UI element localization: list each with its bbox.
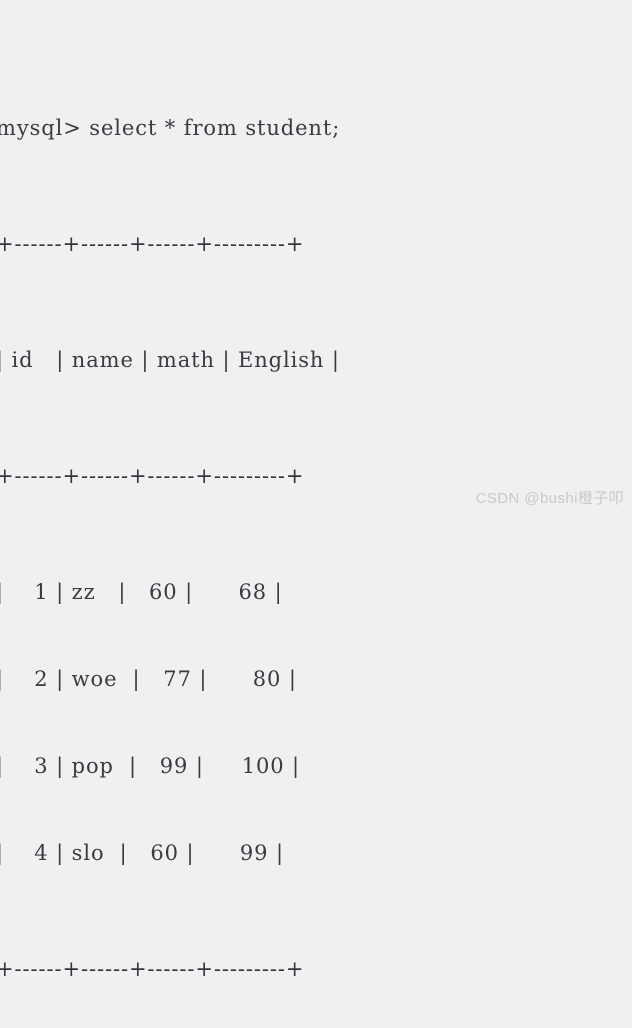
mysql-terminal-window[interactable]: mysql> select * from student; +------+--… <box>0 0 632 981</box>
command-line-select-all: mysql> select * from student; <box>0 116 341 140</box>
table1-bottom-border: +------+------+------+---------+ <box>0 957 305 981</box>
table-row: | 1 | zz | 60 | 68 | <box>0 580 283 604</box>
csdn-watermark: CSDN @bushi橙子叩 <box>475 490 624 507</box>
table1-top-border: +------+------+------+---------+ <box>0 232 305 256</box>
table1-header-row: | id | name | math | English | <box>0 348 340 372</box>
table-row: | 3 | pop | 99 | 100 | <box>0 754 301 778</box>
terminal-output[interactable]: mysql> select * from student; +------+--… <box>0 0 632 1028</box>
table-row: | 2 | woe | 77 | 80 | <box>0 667 297 691</box>
table-row: | 4 | slo | 60 | 99 | <box>0 841 284 865</box>
